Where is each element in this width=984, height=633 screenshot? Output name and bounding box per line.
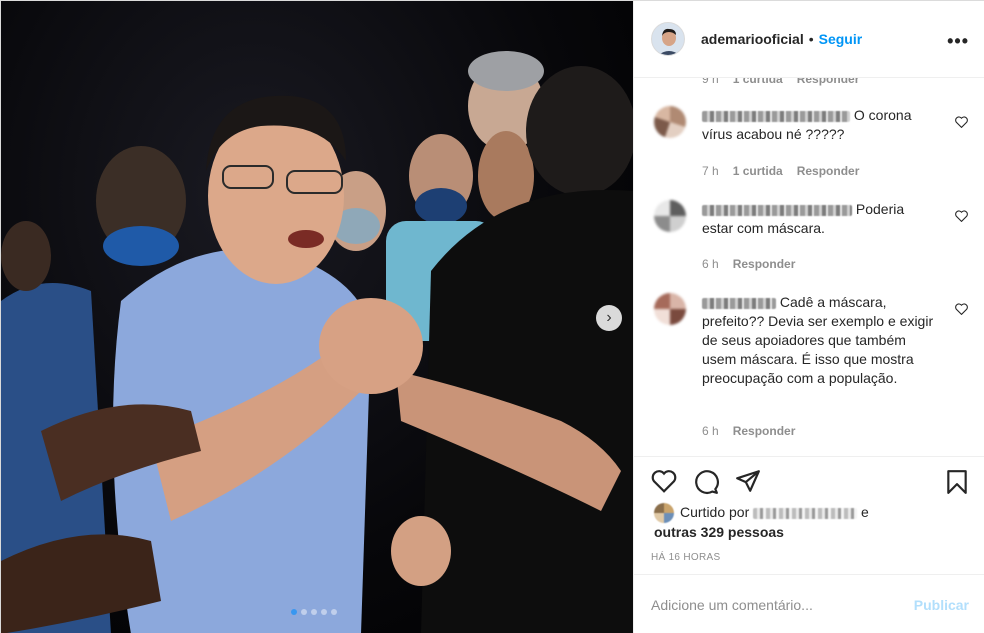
author-avatar[interactable] xyxy=(651,22,685,56)
share-paper-plane-icon[interactable] xyxy=(735,469,761,493)
post-dialog: › ademariooficial • Seguir ••• 9 h 1 cur… xyxy=(0,0,984,633)
post-side-panel: ademariooficial • Seguir ••• 9 h 1 curti… xyxy=(633,1,984,633)
comment-input[interactable]: Adicione um comentário... xyxy=(651,597,914,613)
more-options-button[interactable]: ••• xyxy=(947,31,969,52)
comment-body: Cadê a máscara, prefeito?? Devia ser exe… xyxy=(702,293,934,388)
comments-list[interactable]: 9 h 1 curtida Responder O corona vírus a… xyxy=(634,78,984,456)
liked-others-count[interactable]: outras 329 pessoas xyxy=(654,524,784,540)
comment-likes[interactable]: 1 curtida xyxy=(733,164,783,178)
header-separator: • xyxy=(808,31,814,47)
liker-avatar xyxy=(654,503,674,524)
commenter-avatar[interactable] xyxy=(654,200,686,232)
save-bookmark-icon[interactable] xyxy=(945,469,969,495)
post-timestamp[interactable]: HÁ 16 HORAS xyxy=(651,552,720,563)
like-comment-heart-icon[interactable] xyxy=(955,116,968,128)
carousel-dot xyxy=(301,609,307,615)
like-comment-heart-icon[interactable] xyxy=(955,210,968,222)
like-heart-icon[interactable] xyxy=(651,469,677,493)
comment-bubble-icon[interactable] xyxy=(693,469,719,495)
liked-and: e xyxy=(861,504,869,520)
carousel-dot xyxy=(311,609,317,615)
comment-time: 9 h xyxy=(702,78,719,86)
comment-item: O corona vírus acabou né ????? 7 h 1 cur… xyxy=(654,106,974,196)
comment-time: 6 h xyxy=(702,424,719,438)
follow-button[interactable]: Seguir xyxy=(819,31,863,47)
author-username[interactable]: ademariooficial xyxy=(701,31,804,47)
commenter-username-blurred[interactable] xyxy=(702,204,852,216)
carousel-dot-active xyxy=(291,609,297,615)
comment-reply-button[interactable]: Responder xyxy=(733,424,796,438)
carousel-dot xyxy=(321,609,327,615)
commenter-avatar[interactable] xyxy=(654,106,686,138)
comment-time: 7 h xyxy=(702,164,719,178)
comment-body: Poderia estar com máscara. xyxy=(702,200,934,238)
carousel-indicator xyxy=(291,609,337,615)
post-photo[interactable]: › xyxy=(1,1,633,633)
commenter-username-blurred[interactable] xyxy=(702,297,776,309)
liked-by-text[interactable]: Curtido por e outras 329 pessoas xyxy=(654,503,869,542)
chevron-right-icon: › xyxy=(606,309,612,326)
comment-likes[interactable]: 1 curtida xyxy=(733,78,783,86)
avatar-image xyxy=(652,23,684,55)
liker-username-blurred[interactable] xyxy=(753,507,858,519)
comment-reply-button[interactable]: Responder xyxy=(733,257,796,271)
publish-button[interactable]: Publicar xyxy=(914,597,969,613)
liked-prefix: Curtido por xyxy=(680,504,750,520)
comment-item: Poderia estar com máscara. 6 h Responder xyxy=(654,200,974,280)
commenter-avatar[interactable] xyxy=(654,293,686,325)
post-actions: Curtido por e outras 329 pessoas HÁ 16 H… xyxy=(634,456,984,574)
post-header: ademariooficial • Seguir ••• xyxy=(634,1,984,78)
next-photo-button[interactable]: › xyxy=(596,305,622,331)
comment-reply-button[interactable]: Responder xyxy=(797,78,860,86)
carousel-dot xyxy=(331,609,337,615)
comment-composer: Adicione um comentário... Publicar xyxy=(634,574,984,633)
comment-meta: 7 h 1 curtida Responder xyxy=(702,164,859,178)
partial-comment-meta: 9 h 1 curtida Responder xyxy=(702,78,859,86)
photo-scene xyxy=(1,51,633,633)
comment-meta: 6 h Responder xyxy=(702,257,795,271)
commenter-username-blurred[interactable] xyxy=(702,110,850,122)
comment-reply-button[interactable]: Responder xyxy=(797,164,860,178)
comment-meta: 6 h Responder xyxy=(702,424,795,438)
comment-time: 6 h xyxy=(702,257,719,271)
comment-body: O corona vírus acabou né ????? xyxy=(702,106,934,144)
comment-item: Cadê a máscara, prefeito?? Devia ser exe… xyxy=(654,293,974,453)
like-comment-heart-icon[interactable] xyxy=(955,303,968,315)
